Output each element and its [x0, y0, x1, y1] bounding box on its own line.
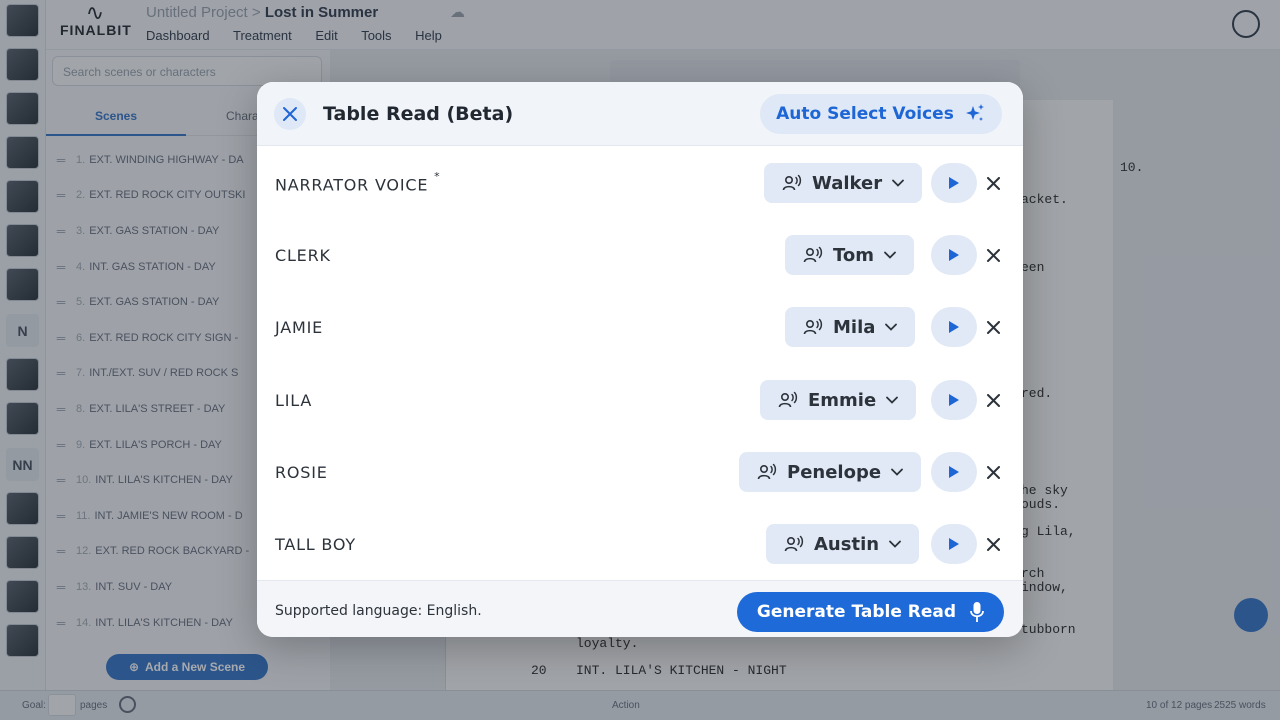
character-name: ROSIE	[275, 463, 328, 482]
close-button[interactable]	[274, 98, 306, 130]
character-name: JAMIE	[275, 318, 324, 337]
voice-name: Penelope	[787, 461, 882, 483]
dialog-footer: Supported language: English. Generate Ta…	[257, 580, 1023, 637]
character-row: LILA Emmie	[257, 376, 1023, 424]
table-read-dialog: Table Read (Beta) Auto Select Voices NAR…	[257, 82, 1023, 637]
voice-name: Tom	[833, 244, 875, 266]
remove-character-button[interactable]	[983, 462, 1003, 482]
voice-select[interactable]: Emmie	[760, 380, 917, 420]
sparkle-icon	[965, 104, 984, 121]
voice-speaker-icon	[757, 463, 777, 480]
remove-character-button[interactable]	[983, 534, 1003, 554]
voice-speaker-icon	[803, 246, 823, 263]
remove-character-button[interactable]	[983, 317, 1003, 337]
play-icon	[949, 466, 959, 478]
play-voice-button[interactable]	[931, 235, 977, 275]
play-icon	[949, 177, 959, 189]
close-icon	[986, 393, 1000, 407]
character-name: TALL BOY	[275, 535, 356, 554]
auto-select-label: Auto Select Voices	[776, 104, 954, 124]
voice-name: Emmie	[808, 389, 877, 411]
generate-table-read-button[interactable]: Generate Table Read	[737, 592, 1004, 632]
dialog-header: Table Read (Beta) Auto Select Voices	[257, 82, 1023, 146]
remove-character-button[interactable]	[983, 245, 1003, 265]
chevron-down-icon	[891, 468, 903, 476]
microphone-icon	[970, 602, 984, 622]
character-row: CLERK Tom	[257, 231, 1023, 279]
auto-select-voices-button[interactable]: Auto Select Voices	[760, 94, 1002, 134]
narrator-marker: *	[434, 170, 441, 183]
play-voice-button[interactable]	[931, 524, 977, 564]
close-icon	[986, 537, 1000, 551]
remove-character-button[interactable]	[983, 390, 1003, 410]
voice-select[interactable]: Austin	[766, 524, 920, 564]
voice-name: Walker	[812, 172, 883, 194]
character-name: LILA	[275, 391, 313, 410]
chevron-down-icon	[889, 540, 901, 548]
chevron-down-icon	[892, 179, 905, 187]
close-icon	[986, 248, 1000, 262]
voice-speaker-icon	[803, 318, 823, 335]
character-row: NARRATOR VOICE * Walker	[257, 159, 1023, 207]
play-voice-button[interactable]	[931, 380, 977, 420]
play-icon	[949, 538, 959, 550]
remove-character-button[interactable]	[983, 173, 1003, 193]
voice-speaker-icon	[782, 174, 802, 191]
character-row: TALL BOY Austin	[257, 520, 1023, 568]
play-icon	[949, 394, 959, 406]
character-name: CLERK	[275, 246, 331, 265]
character-row: JAMIE Mila	[257, 303, 1023, 351]
generate-label: Generate Table Read	[756, 602, 957, 622]
close-icon	[986, 465, 1000, 479]
voice-select[interactable]: Walker	[764, 163, 923, 203]
chevron-down-icon	[885, 323, 898, 331]
chevron-down-icon	[886, 396, 899, 404]
character-row: ROSIE Penelope	[257, 448, 1023, 496]
voice-select[interactable]: Mila	[785, 307, 916, 347]
play-voice-button[interactable]	[931, 307, 977, 347]
close-icon	[986, 320, 1000, 334]
voice-name: Mila	[833, 316, 876, 338]
voice-speaker-icon	[778, 391, 798, 408]
voice-name: Austin	[814, 533, 880, 555]
character-name: NARRATOR VOICE *	[275, 170, 441, 195]
voice-speaker-icon	[784, 535, 804, 552]
voice-select[interactable]: Tom	[785, 235, 915, 275]
chevron-down-icon	[884, 251, 896, 259]
play-voice-button[interactable]	[931, 163, 977, 203]
play-icon	[949, 321, 959, 333]
close-icon	[283, 107, 297, 121]
voice-select[interactable]: Penelope	[739, 452, 922, 492]
play-icon	[949, 249, 959, 261]
supported-language-note: Supported language: English.	[275, 603, 482, 619]
close-icon	[986, 176, 1000, 190]
dialog-title: Table Read (Beta)	[323, 103, 514, 125]
play-voice-button[interactable]	[931, 452, 977, 492]
